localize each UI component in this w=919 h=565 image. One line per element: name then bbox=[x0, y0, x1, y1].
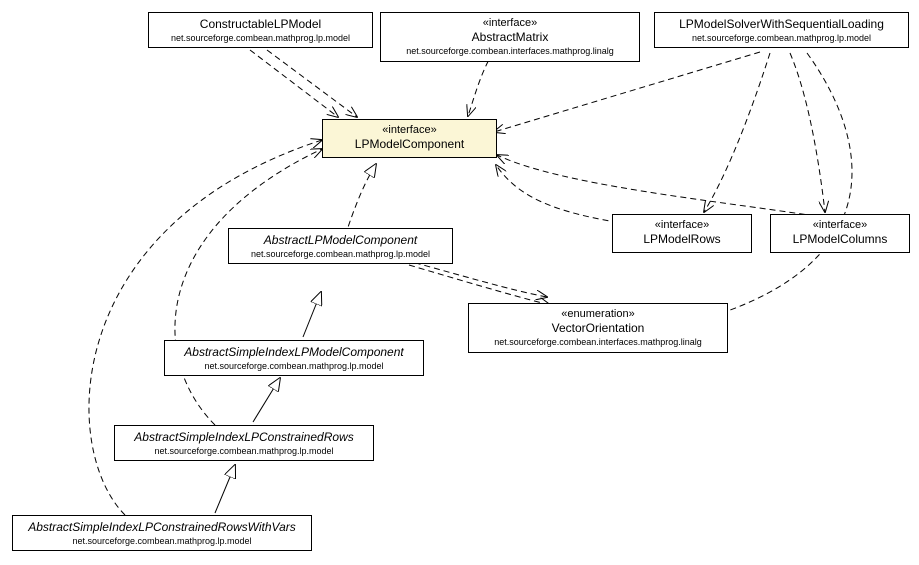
title: LPModelSolverWithSequentialLoading bbox=[663, 17, 900, 33]
node-model-rows[interactable]: «interface» LPModelRows bbox=[612, 214, 752, 253]
stereotype: «interface» bbox=[779, 219, 901, 232]
package: net.sourceforge.combean.mathprog.lp.mode… bbox=[157, 33, 364, 44]
title: AbstractSimpleIndexLPConstrainedRows bbox=[123, 430, 365, 446]
node-lp-model-component[interactable]: «interface» LPModelComponent bbox=[322, 119, 497, 158]
package: net.sourceforge.combean.mathprog.lp.mode… bbox=[123, 446, 365, 457]
node-constructable[interactable]: ConstructableLPModel net.sourceforge.com… bbox=[148, 12, 373, 48]
stereotype: «interface» bbox=[331, 124, 488, 137]
title: AbstractLPModelComponent bbox=[237, 233, 444, 249]
title: ConstructableLPModel bbox=[157, 17, 364, 33]
stereotype: «interface» bbox=[621, 219, 743, 232]
title: LPModelColumns bbox=[779, 232, 901, 248]
title: AbstractSimpleIndexLPModelComponent bbox=[173, 345, 415, 361]
node-model-columns[interactable]: «interface» LPModelColumns bbox=[770, 214, 910, 253]
node-vector-orientation[interactable]: «enumeration» VectorOrientation net.sour… bbox=[468, 303, 728, 353]
node-simple-index[interactable]: AbstractSimpleIndexLPModelComponent net.… bbox=[164, 340, 424, 376]
title: LPModelComponent bbox=[331, 137, 488, 153]
title: AbstractMatrix bbox=[389, 30, 631, 46]
stereotype: «interface» bbox=[389, 17, 631, 30]
package: net.sourceforge.combean.interfaces.mathp… bbox=[389, 46, 631, 57]
title: AbstractSimpleIndexLPConstrainedRowsWith… bbox=[21, 520, 303, 536]
package: net.sourceforge.combean.interfaces.mathp… bbox=[477, 337, 719, 348]
package: net.sourceforge.combean.mathprog.lp.mode… bbox=[663, 33, 900, 44]
node-constrained-rows[interactable]: AbstractSimpleIndexLPConstrainedRows net… bbox=[114, 425, 374, 461]
node-solver[interactable]: LPModelSolverWithSequentialLoading net.s… bbox=[654, 12, 909, 48]
title: LPModelRows bbox=[621, 232, 743, 248]
stereotype: «enumeration» bbox=[477, 308, 719, 321]
package: net.sourceforge.combean.mathprog.lp.mode… bbox=[21, 536, 303, 547]
node-abstract-component[interactable]: AbstractLPModelComponent net.sourceforge… bbox=[228, 228, 453, 264]
package: net.sourceforge.combean.mathprog.lp.mode… bbox=[173, 361, 415, 372]
node-constrained-rows-vars[interactable]: AbstractSimpleIndexLPConstrainedRowsWith… bbox=[12, 515, 312, 551]
title: VectorOrientation bbox=[477, 321, 719, 337]
node-abstract-matrix[interactable]: «interface» AbstractMatrix net.sourcefor… bbox=[380, 12, 640, 62]
package: net.sourceforge.combean.mathprog.lp.mode… bbox=[237, 249, 444, 260]
